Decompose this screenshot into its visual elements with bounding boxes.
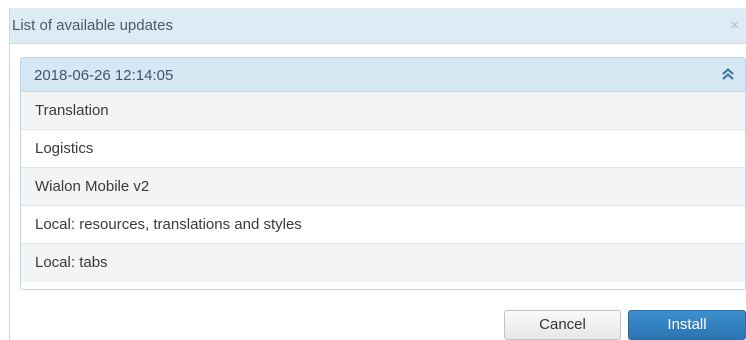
double-chevron-up-icon[interactable] — [721, 67, 735, 81]
cancel-button[interactable]: Cancel — [504, 310, 621, 340]
list-item: Local: tabs — [21, 244, 745, 282]
list-item: Logistics — [21, 130, 745, 168]
list-item: Translation — [21, 92, 745, 130]
update-list: Translation Logistics Wialon Mobile v2 L… — [21, 92, 745, 282]
updates-dialog: List of available updates × 2018-06-26 1… — [9, 8, 746, 340]
list-item: Wialon Mobile v2 — [21, 168, 745, 206]
dialog-title: List of available updates — [12, 17, 173, 34]
list-item: Local: resources, translations and style… — [21, 206, 745, 244]
dialog-titlebar: List of available updates × — [10, 8, 746, 44]
install-button[interactable]: Install — [628, 310, 746, 340]
close-icon[interactable]: × — [730, 17, 739, 35]
update-group-panel: 2018-06-26 12:14:05 Translation Logistic… — [20, 57, 746, 290]
update-date: 2018-06-26 12:14:05 — [34, 67, 174, 84]
update-group-header[interactable]: 2018-06-26 12:14:05 — [21, 58, 745, 92]
